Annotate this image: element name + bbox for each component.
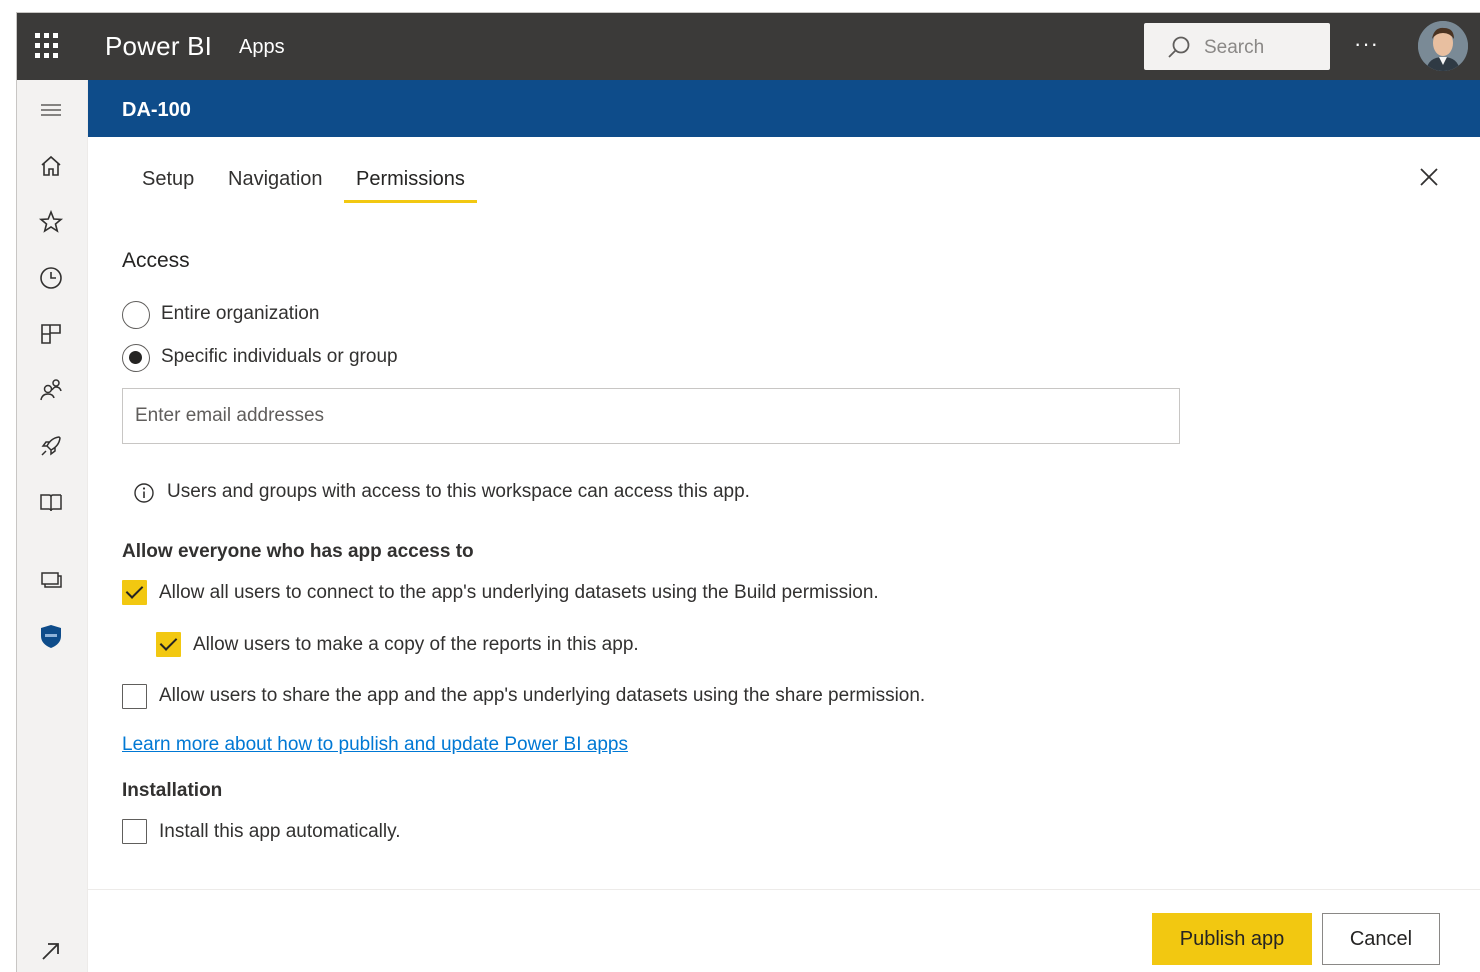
workspace-title: DA-100 (122, 99, 191, 121)
access-heading: Access (122, 249, 190, 272)
checkbox-label-copy-reports[interactable]: Allow users to make a copy of the report… (193, 634, 639, 656)
access-info-text: Users and groups with access to this wor… (167, 481, 750, 502)
rocket-icon[interactable] (37, 432, 65, 460)
apps-icon[interactable] (37, 320, 65, 348)
left-navigation (17, 80, 88, 972)
checkbox-copy-reports[interactable] (156, 632, 181, 657)
email-addresses-input[interactable] (122, 388, 1180, 444)
workspace-shield-icon[interactable] (37, 622, 65, 650)
installation-heading: Installation (122, 780, 223, 801)
breadcrumb-apps[interactable]: Apps (239, 36, 285, 59)
radio-label-entire-organization[interactable]: Entire organization (161, 303, 319, 325)
close-icon[interactable] (1415, 163, 1443, 191)
tab-navigation[interactable]: Navigation (216, 168, 335, 203)
checkbox-install-automatically[interactable] (122, 819, 147, 844)
learn-more-link[interactable]: Learn more about how to publish and upda… (122, 734, 628, 756)
tab-setup[interactable]: Setup (130, 168, 206, 203)
checkbox-label-build-permission[interactable]: Allow all users to connect to the app's … (159, 582, 879, 604)
app-name[interactable]: Power BI (105, 31, 212, 62)
publish-app-button[interactable]: Publish app (1152, 913, 1312, 965)
top-bar: Power BI Apps Search ··· (17, 13, 1480, 80)
star-icon[interactable] (37, 208, 65, 236)
checkbox-build-permission[interactable] (122, 580, 147, 605)
radio-entire-organization[interactable] (122, 301, 150, 329)
search-box[interactable]: Search (1144, 23, 1330, 70)
more-options-icon[interactable]: ··· (1354, 31, 1384, 59)
footer-divider (88, 889, 1480, 890)
clock-icon[interactable] (37, 264, 65, 292)
search-placeholder: Search (1204, 37, 1265, 58)
tab-permissions[interactable]: Permissions (344, 168, 477, 203)
checkbox-share-permission[interactable] (122, 684, 147, 709)
radio-specific-individuals[interactable] (122, 344, 150, 372)
checkbox-label-share-permission[interactable]: Allow users to share the app and the app… (159, 685, 925, 707)
hamburger-icon[interactable] (37, 97, 65, 125)
app-launcher-icon[interactable] (35, 33, 61, 59)
learn-book-icon[interactable] (37, 488, 65, 516)
allow-heading: Allow everyone who has app access to (122, 541, 474, 562)
app-header: DA-100 (88, 80, 1480, 137)
search-icon (1168, 36, 1190, 58)
radio-label-specific-individuals[interactable]: Specific individuals or group (161, 346, 398, 368)
avatar[interactable] (1418, 21, 1468, 71)
shared-with-me-icon[interactable] (37, 376, 65, 404)
home-icon[interactable] (37, 152, 65, 180)
checkbox-label-install-automatically[interactable]: Install this app automatically. (159, 821, 401, 843)
workspaces-icon[interactable] (37, 566, 65, 594)
power-bi-window: Power BI Apps Search ··· DA-100 Setup Na… (16, 12, 1480, 972)
info-icon (134, 483, 154, 503)
expand-icon[interactable] (37, 937, 65, 965)
cancel-button[interactable]: Cancel (1322, 913, 1440, 965)
